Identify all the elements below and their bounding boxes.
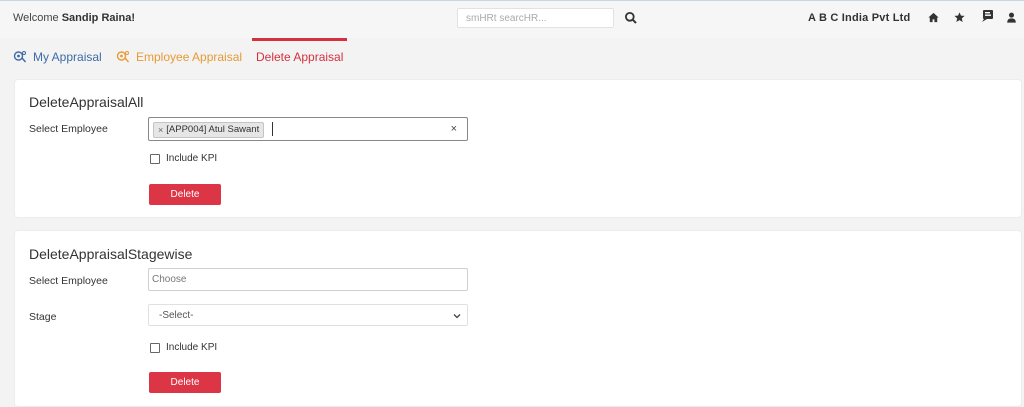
search-icon[interactable] — [624, 11, 638, 25]
tab-employee-appraisal[interactable]: Employee Appraisal — [116, 50, 242, 64]
company-name: A B C India Pvt Ltd — [808, 12, 911, 24]
include-kpi-checkbox[interactable] — [150, 342, 160, 353]
tab-label: My Appraisal — [33, 50, 102, 64]
include-kpi-checkbox[interactable] — [150, 153, 160, 164]
chip-remove-button[interactable]: × — [158, 123, 163, 137]
appraisal-icon — [13, 51, 27, 63]
panel-title: DeleteAppraisalAll — [29, 94, 144, 110]
selected-employee-chip: × [APP004] Atul Sawant — [153, 122, 265, 138]
include-kpi-option[interactable]: Include KPI — [150, 153, 217, 164]
user-name: Sandip Raina! — [61, 12, 136, 24]
delete-all-panel: DeleteAppraisalAll Select Employee × [AP… — [14, 79, 1022, 218]
stage-selected-value: -Select- — [159, 310, 194, 321]
panel-title: DeleteAppraisalStagewise — [29, 246, 193, 262]
tab-bar: My Appraisal Employee Appraisal Delete A… — [0, 38, 1024, 74]
delete-stagewise-panel: DeleteAppraisalStagewise Select Employee… — [14, 230, 1022, 407]
home-icon[interactable] — [927, 11, 940, 24]
welcome-text: Welcome Sandip Raina! — [13, 12, 135, 24]
notification-icon[interactable] — [980, 8, 995, 23]
clear-selection-button[interactable]: × — [451, 123, 457, 135]
user-icon[interactable] — [1006, 11, 1017, 24]
include-kpi-label: Include KPI — [166, 153, 218, 164]
active-tab-indicator — [252, 38, 347, 41]
text-caret — [272, 122, 273, 136]
welcome-prefix: Welcome — [13, 12, 59, 24]
appraisal-icon — [116, 51, 130, 63]
stage-select[interactable]: -Select- — [148, 304, 468, 326]
top-bar: Welcome Sandip Raina! A B C India Pvt Lt… — [0, 0, 1024, 38]
stage-label: Stage — [29, 311, 57, 323]
delete-button[interactable]: Delete — [149, 184, 221, 205]
chip-label: [APP004] Atul Sawant — [166, 124, 260, 135]
tab-delete-appraisal[interactable]: Delete Appraisal — [256, 50, 343, 64]
tab-label: Delete Appraisal — [256, 50, 344, 64]
star-icon[interactable] — [953, 11, 966, 24]
include-kpi-option[interactable]: Include KPI — [150, 342, 217, 353]
tab-label: Employee Appraisal — [136, 50, 243, 64]
select-employee-label: Select Employee — [29, 123, 108, 135]
employee-multiselect[interactable]: × [APP004] Atul Sawant × — [148, 117, 468, 141]
employee-input[interactable] — [148, 268, 468, 291]
delete-button[interactable]: Delete — [149, 372, 221, 393]
tab-my-appraisal[interactable]: My Appraisal — [13, 50, 102, 64]
chevron-down-icon — [453, 314, 461, 319]
include-kpi-label: Include KPI — [166, 342, 218, 353]
search-input[interactable] — [457, 8, 614, 28]
select-employee-label: Select Employee — [29, 275, 108, 287]
